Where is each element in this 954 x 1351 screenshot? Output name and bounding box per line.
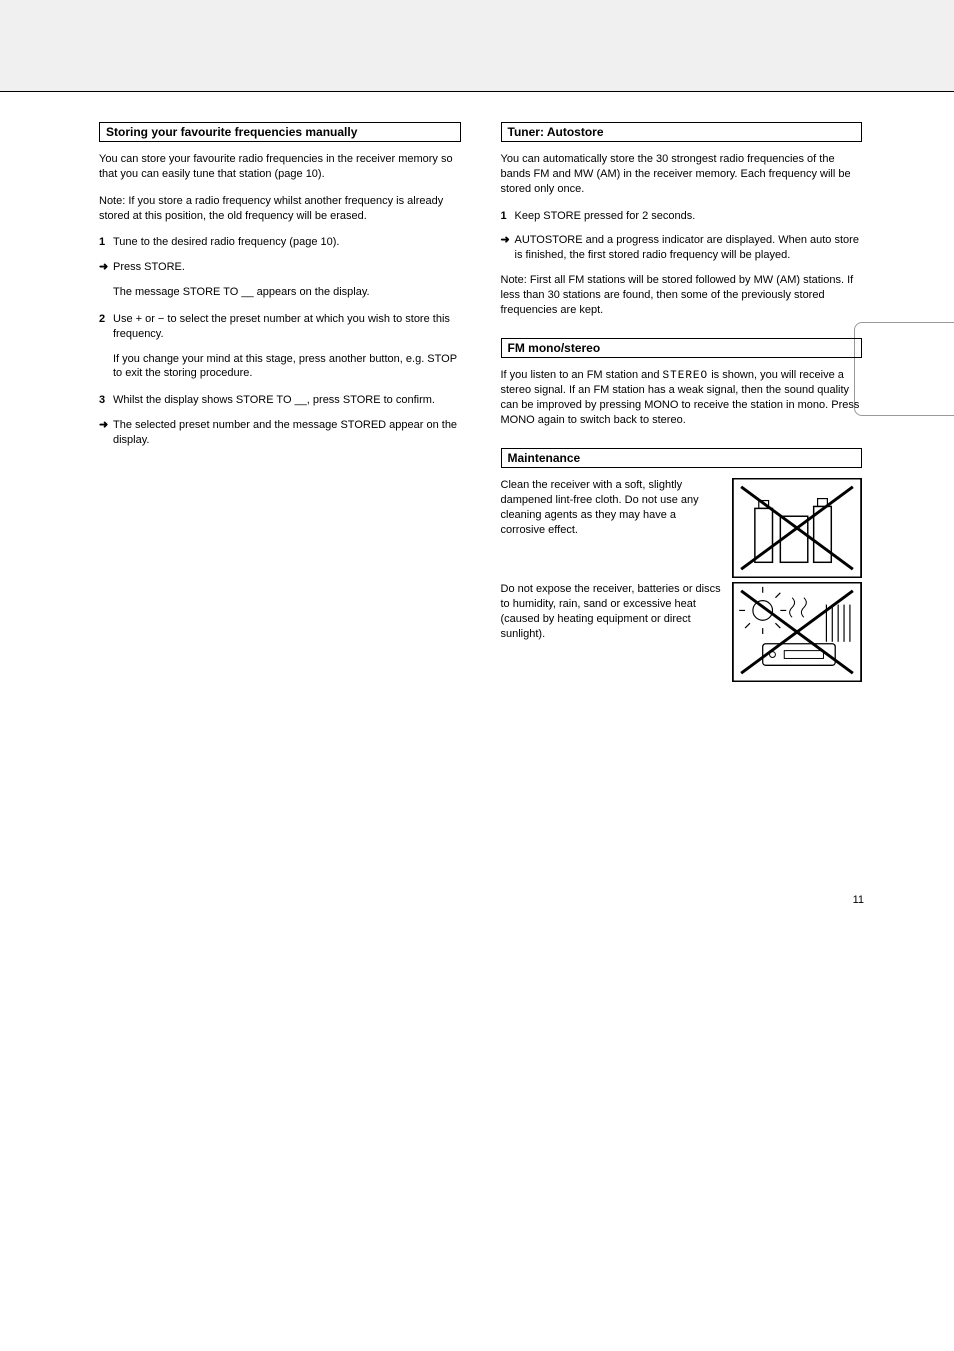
manual-store-step3: 3Whilst the display shows STORE TO __, p… (99, 393, 461, 408)
manual-store-step1c: The message STORE TO __ appears on the d… (99, 285, 461, 300)
no-heat-humidity-icon (732, 582, 862, 682)
manual-store-step2b: If you change your mind at this stage, p… (99, 352, 461, 382)
manual-store-step2a: Use + or − to select the preset number a… (113, 313, 450, 340)
step-number-1: 1 (501, 209, 515, 224)
manual-store-step1-sub: ➜Press STORE. (99, 260, 461, 275)
right-column: Tuner: Autostore You can automatically s… (501, 122, 863, 686)
manual-store-intro: You can store your favourite radio frequ… (99, 152, 461, 182)
manual-store-heading: Storing your favourite frequencies manua… (99, 122, 461, 142)
autostore-footnote: Note: First all FM stations will be stor… (501, 273, 863, 318)
fm-mono-heading: FM mono/stereo (501, 338, 863, 358)
autostore-step1b: AUTOSTORE and a progress indicator are d… (515, 234, 859, 261)
fm-mono-body: If you listen to an FM station and STERE… (501, 369, 860, 427)
manual-store-step2: 2Use + or − to select the preset number … (99, 312, 461, 342)
manual-store-step3a: Whilst the display shows STORE TO __, pr… (113, 394, 435, 406)
step-number-1: 1 (99, 235, 113, 250)
main-content: Storing your favourite frequencies manua… (0, 92, 954, 686)
stereo-display-indicator: STEREO (663, 370, 709, 382)
manual-store-step1b: Press STORE. (113, 261, 185, 273)
page-number: 11 (853, 894, 864, 906)
arrow-icon: ➜ (99, 418, 113, 433)
maintenance-heading: Maintenance (501, 448, 863, 468)
side-tab (854, 322, 954, 416)
autostore-step1-sub: ➜AUTOSTORE and a progress indicator are … (501, 233, 863, 263)
step-number-3: 3 (99, 393, 113, 408)
manual-store-step1a: Tune to the desired radio frequency (pag… (113, 236, 339, 248)
arrow-icon: ➜ (99, 260, 113, 275)
autostore-step1a: Keep STORE pressed for 2 seconds. (515, 210, 696, 222)
step-number-2: 2 (99, 312, 113, 327)
autostore-step1: 1Keep STORE pressed for 2 seconds. (501, 209, 863, 224)
fm-mono-text: If you listen to an FM station and STERE… (501, 368, 863, 428)
manual-store-step3-sub: ➜The selected preset number and the mess… (99, 418, 461, 448)
autostore-intro: You can automatically store the 30 stron… (501, 152, 863, 197)
manual-store-note: Note: If you store a radio frequency whi… (99, 194, 461, 224)
autostore-heading: Tuner: Autostore (501, 122, 863, 142)
header-bar (0, 0, 954, 92)
left-column: Storing your favourite frequencies manua… (99, 122, 461, 686)
manual-store-step1: 1Tune to the desired radio frequency (pa… (99, 235, 461, 250)
arrow-icon: ➜ (501, 233, 515, 248)
no-cleaning-agents-icon (732, 478, 862, 578)
manual-store-step3b: The selected preset number and the messa… (113, 419, 457, 446)
